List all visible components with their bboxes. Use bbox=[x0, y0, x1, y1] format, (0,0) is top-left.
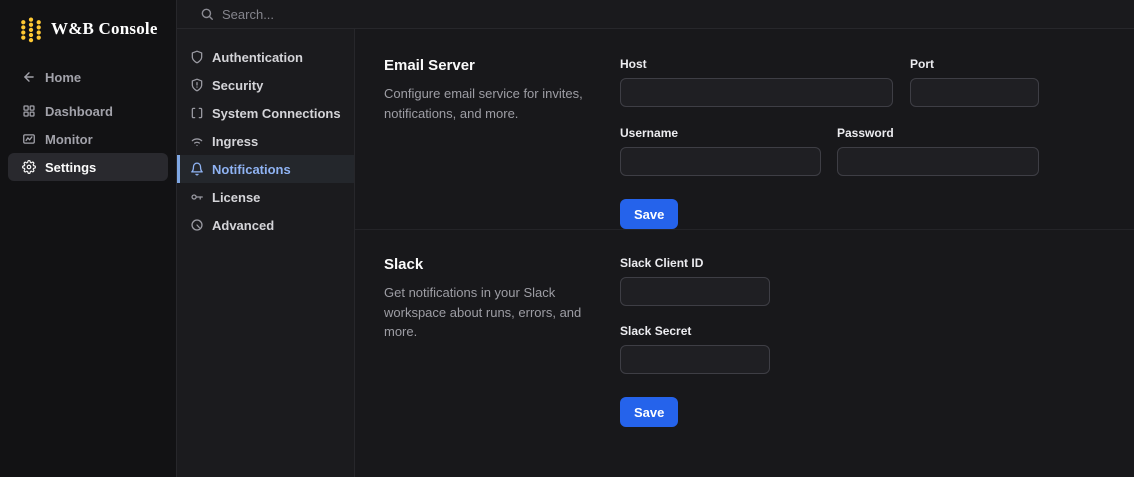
gauge-icon bbox=[190, 218, 204, 232]
slack-info: Slack Get notifications in your Slack wo… bbox=[384, 256, 620, 427]
slack-form: Slack Client ID Slack Secret Save bbox=[620, 256, 1056, 427]
port-input[interactable] bbox=[910, 78, 1039, 107]
brackets-icon bbox=[190, 106, 204, 120]
settings-nav-label: Advanced bbox=[212, 217, 275, 233]
sidebar-item-settings[interactable]: Settings bbox=[8, 153, 168, 181]
settings-nav-item-security[interactable]: Security bbox=[177, 71, 354, 99]
port-label: Port bbox=[910, 57, 934, 71]
section-description: Configure email service for invites, not… bbox=[384, 86, 583, 121]
section-description: Get notifications in your Slack workspac… bbox=[384, 285, 582, 339]
username-input[interactable] bbox=[620, 147, 821, 176]
content-row: Authentication Security System Connectio… bbox=[177, 29, 1134, 477]
section-title: Email Server bbox=[384, 57, 475, 74]
gear-icon bbox=[22, 160, 36, 174]
slack-secret-label: Slack Secret bbox=[620, 324, 692, 338]
settings-nav-label: Ingress bbox=[212, 133, 259, 149]
host-field-group: Host bbox=[620, 57, 893, 107]
main-content: Email Server Configure email service for… bbox=[355, 29, 1134, 477]
brand-header: W&B Console bbox=[0, 15, 176, 43]
settings-nav-item-notifications[interactable]: Notifications bbox=[177, 155, 354, 183]
email-server-section: Email Server Configure email service for… bbox=[355, 29, 1134, 229]
arrow-left-icon bbox=[22, 70, 36, 84]
slack-save-button[interactable]: Save bbox=[620, 397, 679, 427]
wifi-icon bbox=[190, 134, 204, 148]
settings-nav-label: Notifications bbox=[212, 161, 291, 177]
email-server-save-button[interactable]: Save bbox=[620, 199, 679, 229]
sidebar-item-home[interactable]: Home bbox=[8, 63, 168, 91]
monitor-chart-icon bbox=[22, 132, 36, 146]
app-window: W&B Console Home Dashboard Monitor Setti… bbox=[0, 0, 1134, 477]
sidebar-item-dashboard[interactable]: Dashboard bbox=[8, 97, 168, 125]
settings-nav-label: License bbox=[212, 189, 261, 205]
settings-nav-item-license[interactable]: License bbox=[177, 183, 354, 211]
settings-nav-item-system-connections[interactable]: System Connections bbox=[177, 99, 354, 127]
slack-secret-input[interactable] bbox=[620, 345, 770, 374]
password-input[interactable] bbox=[837, 147, 1039, 176]
sidebar-item-label: Settings bbox=[45, 159, 97, 175]
wandb-dots-logo-icon bbox=[19, 16, 43, 43]
search-icon bbox=[200, 7, 214, 21]
search-input[interactable] bbox=[222, 6, 522, 22]
shield-alert-icon bbox=[190, 78, 204, 92]
port-field-group: Port bbox=[910, 57, 1039, 107]
dashboard-grid-icon bbox=[22, 104, 36, 118]
primary-nav: Home Dashboard Monitor Settings bbox=[0, 63, 176, 181]
slack-section: Slack Get notifications in your Slack wo… bbox=[355, 229, 1134, 427]
settings-nav: Authentication Security System Connectio… bbox=[177, 29, 355, 477]
key-icon bbox=[190, 190, 204, 204]
sidebar-item-label: Home bbox=[45, 69, 82, 85]
slack-secret-field-group: Slack Secret bbox=[620, 324, 770, 374]
username-field-group: Username bbox=[620, 126, 821, 176]
host-input[interactable] bbox=[620, 78, 893, 107]
settings-nav-label: Security bbox=[212, 77, 264, 93]
username-label: Username bbox=[620, 126, 679, 140]
sidebar-item-label: Dashboard bbox=[45, 103, 113, 119]
topbar bbox=[177, 0, 1134, 29]
sidebar-item-monitor[interactable]: Monitor bbox=[8, 125, 168, 153]
bell-icon bbox=[190, 162, 204, 176]
app-title: W&B Console bbox=[51, 19, 158, 38]
password-field-group: Password bbox=[837, 126, 1039, 176]
host-label: Host bbox=[620, 57, 647, 71]
settings-nav-item-authentication[interactable]: Authentication bbox=[177, 43, 354, 71]
email-server-form: Host Port Username Password Save bbox=[620, 57, 1056, 229]
settings-nav-item-advanced[interactable]: Advanced bbox=[177, 211, 354, 239]
settings-nav-label: System Connections bbox=[212, 105, 341, 121]
slack-client-id-input[interactable] bbox=[620, 277, 770, 306]
shield-icon bbox=[190, 50, 204, 64]
slack-client-id-label: Slack Client ID bbox=[620, 256, 704, 270]
sidebar-item-label: Monitor bbox=[45, 131, 93, 147]
right-column: Authentication Security System Connectio… bbox=[177, 0, 1134, 477]
settings-nav-item-ingress[interactable]: Ingress bbox=[177, 127, 354, 155]
password-label: Password bbox=[837, 126, 894, 140]
section-title: Slack bbox=[384, 256, 424, 273]
left-sidebar: W&B Console Home Dashboard Monitor Setti… bbox=[0, 0, 177, 477]
settings-nav-label: Authentication bbox=[212, 49, 303, 65]
email-server-info: Email Server Configure email service for… bbox=[384, 57, 620, 229]
slack-client-id-field-group: Slack Client ID bbox=[620, 256, 770, 306]
